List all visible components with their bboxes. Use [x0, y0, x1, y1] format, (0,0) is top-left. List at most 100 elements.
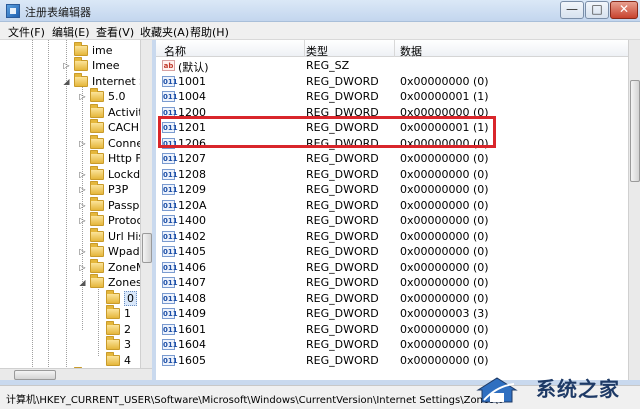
value-row[interactable]: 011 1207 REG_DWORD 0x00000000 (0)	[156, 151, 630, 166]
collapse-arrow-icon[interactable]: ◢	[62, 77, 71, 86]
tree-item[interactable]: CACHE	[78, 119, 146, 136]
tree-item[interactable]: 1	[94, 305, 131, 322]
value-name: 1001	[178, 74, 206, 88]
tree-item-label: 5.0	[108, 90, 126, 103]
tree-item-label: Imee	[92, 59, 120, 72]
value-type: REG_DWORD	[306, 260, 379, 274]
expand-arrow-icon[interactable]: ▷	[78, 263, 87, 272]
column-header-type[interactable]: 类型	[306, 43, 328, 59]
tree-hscroll-thumb[interactable]	[14, 370, 56, 380]
tree-item[interactable]: ▷ Imee	[62, 57, 120, 74]
expand-arrow-icon[interactable]: ▷	[78, 185, 87, 194]
collapse-arrow-icon[interactable]: ◢	[78, 278, 87, 287]
value-data: 0x00000000 (0)	[400, 214, 489, 227]
menu-favorites[interactable]: 收藏夹(A)	[140, 24, 189, 40]
dword-value-icon: 011	[162, 153, 178, 164]
expand-arrow-icon[interactable]: ▷	[62, 61, 71, 70]
value-row[interactable]: 011 1407 REG_DWORD 0x00000000 (0)	[156, 275, 630, 290]
tree-item[interactable]: 4	[94, 351, 131, 368]
value-data: 0x00000000 (0)	[400, 322, 489, 336]
expand-arrow-icon[interactable]: ▷	[78, 216, 87, 225]
maximize-button[interactable]: □	[585, 1, 609, 19]
value-data: 0x00000000 (0)	[400, 183, 489, 196]
values-vertical-scrollbar[interactable]	[628, 40, 640, 380]
value-name: 1604	[178, 338, 206, 351]
window-title: 注册表编辑器	[25, 6, 91, 19]
tree-item[interactable]: ▷ Wpad	[78, 243, 140, 260]
menu-edit[interactable]: 编辑(E)	[52, 24, 90, 40]
tree-item[interactable]: ▷ P3P	[78, 181, 128, 198]
menu-bar: 文件(F) 编辑(E) 查看(V) 收藏夹(A) 帮助(H)	[0, 22, 640, 40]
column-separator[interactable]	[304, 40, 305, 57]
menu-file[interactable]: 文件(F)	[8, 24, 45, 40]
tree-item-label: 1	[124, 307, 131, 320]
value-row[interactable]: 011 1001 REG_DWORD 0x00000000 (0)	[156, 74, 630, 89]
folder-icon	[90, 134, 104, 149]
folder-icon	[90, 88, 104, 102]
value-row[interactable]: 011 1601 REG_DWORD 0x00000000 (0)	[156, 322, 630, 337]
values-scroll-thumb[interactable]	[630, 80, 640, 182]
value-row[interactable]: 011 1400 REG_DWORD 0x00000000 (0)	[156, 213, 630, 228]
value-row[interactable]: 011 120A REG_DWORD 0x00000000 (0)	[156, 198, 630, 213]
column-header-name[interactable]: 名称	[164, 43, 186, 59]
value-row[interactable]: 011 1405 REG_DWORD 0x00000000 (0)	[156, 244, 630, 259]
value-row[interactable]: 011 1004 REG_DWORD 0x00000001 (1)	[156, 89, 630, 104]
menu-view[interactable]: 查看(V)	[96, 24, 134, 40]
value-type: REG_DWORD	[306, 167, 379, 181]
close-button[interactable]: ✕	[610, 1, 638, 19]
tree-item-label: 3	[124, 338, 131, 351]
tree-item[interactable]: ▷ Protoco	[78, 212, 149, 229]
menu-help[interactable]: 帮助(H)	[190, 24, 229, 40]
expand-arrow-icon[interactable]: ▷	[78, 92, 87, 101]
value-row[interactable]: 011 1209 REG_DWORD 0x00000000 (0)	[156, 182, 630, 197]
value-row[interactable]: 011 1208 REG_DWORD 0x00000000 (0)	[156, 167, 630, 182]
tree-item[interactable]: 3	[94, 336, 131, 353]
column-separator[interactable]	[394, 40, 395, 57]
value-row[interactable]: 011 1406 REG_DWORD 0x00000000 (0)	[156, 260, 630, 275]
house-logo-icon	[476, 377, 518, 403]
value-name: 1208	[178, 167, 206, 181]
tree-item[interactable]: ▷ 5.0	[78, 88, 126, 105]
folder-icon	[90, 196, 104, 211]
value-name: 1402	[178, 229, 206, 243]
folder-icon	[90, 150, 104, 164]
tree-item[interactable]: ◢ Zones	[78, 274, 142, 291]
expand-arrow-icon[interactable]: ▷	[78, 247, 87, 256]
value-row[interactable]: 011 1408 REG_DWORD 0x00000000 (0)	[156, 291, 630, 306]
tree-item[interactable]: 0	[94, 289, 137, 306]
value-data: 0x00000000 (0)	[400, 167, 489, 181]
tree-item[interactable]: ime	[62, 41, 113, 58]
expand-arrow-icon[interactable]: ▷	[78, 201, 87, 210]
tree-item-label: 0	[124, 290, 137, 306]
value-data: 0x00000000 (0)	[400, 338, 489, 351]
value-type: REG_DWORD	[306, 307, 379, 320]
value-data: 0x00000000 (0)	[400, 229, 489, 243]
value-name: 1406	[178, 260, 206, 274]
value-name: 1209	[178, 183, 206, 196]
minimize-button[interactable]: —	[560, 1, 584, 19]
column-header-data[interactable]: 数据	[400, 43, 422, 59]
dword-value-icon: 011	[162, 292, 178, 304]
value-row[interactable]: 011 1402 REG_DWORD 0x00000000 (0)	[156, 229, 630, 244]
expand-arrow-icon[interactable]: ▷	[78, 139, 87, 148]
folder-icon	[90, 119, 104, 133]
watermark-logo: 系统之家	[472, 370, 640, 409]
value-row[interactable]: 011 1409 REG_DWORD 0x00000003 (3)	[156, 306, 630, 321]
value-data: 0x00000003 (3)	[400, 307, 489, 320]
value-row[interactable]: 011 1604 REG_DWORD 0x00000000 (0)	[156, 337, 630, 352]
value-name: 120A	[178, 198, 207, 212]
folder-icon	[90, 243, 104, 257]
value-data: 0x00000000 (0)	[400, 353, 489, 367]
value-row[interactable]: 011 1605 REG_DWORD 0x00000000 (0)	[156, 353, 630, 368]
expand-arrow-icon[interactable]: ▷	[78, 170, 87, 179]
tree-vertical-scrollbar[interactable]	[140, 40, 152, 370]
tree-item[interactable]: ◢ Internet Set	[62, 72, 151, 89]
tree-horizontal-scrollbar[interactable]	[0, 368, 152, 380]
tree-scroll-thumb[interactable]	[142, 233, 152, 263]
tree-item[interactable]: 2	[94, 320, 131, 337]
value-type: REG_DWORD	[306, 353, 379, 367]
value-row[interactable]: ab (默认) REG_SZ	[156, 58, 630, 74]
